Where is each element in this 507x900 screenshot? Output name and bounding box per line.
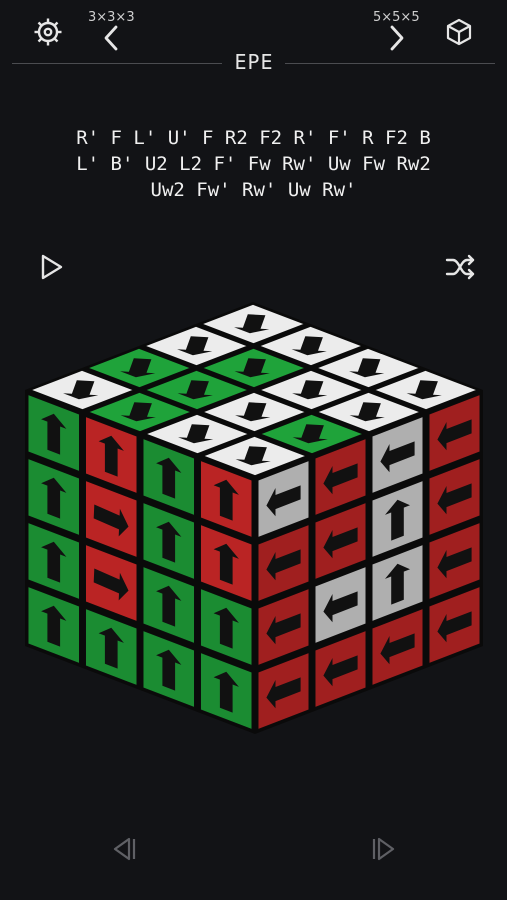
- cube-outline-icon[interactable]: [441, 14, 477, 50]
- header-divider-right: [285, 63, 495, 64]
- gear-icon[interactable]: [30, 14, 66, 50]
- step-forward-icon[interactable]: [368, 833, 400, 865]
- step-back-icon[interactable]: [108, 833, 140, 865]
- chevron-left-icon[interactable]: [96, 22, 126, 54]
- chevron-right-icon[interactable]: [382, 22, 412, 54]
- play-icon[interactable]: [36, 252, 66, 282]
- app-logo: EPE: [234, 50, 274, 74]
- cube-view[interactable]: [0, 290, 507, 810]
- scramble-sequence: R' F L' U' F R2 F2 R' F' R F2 B L' B' U2…: [76, 127, 431, 201]
- header-divider-left: [12, 63, 222, 64]
- cube-puzzle[interactable]: [0, 290, 507, 810]
- top-bar: 3×3×3 5×5×5 EPE: [0, 0, 507, 80]
- shuffle-icon[interactable]: [445, 252, 477, 282]
